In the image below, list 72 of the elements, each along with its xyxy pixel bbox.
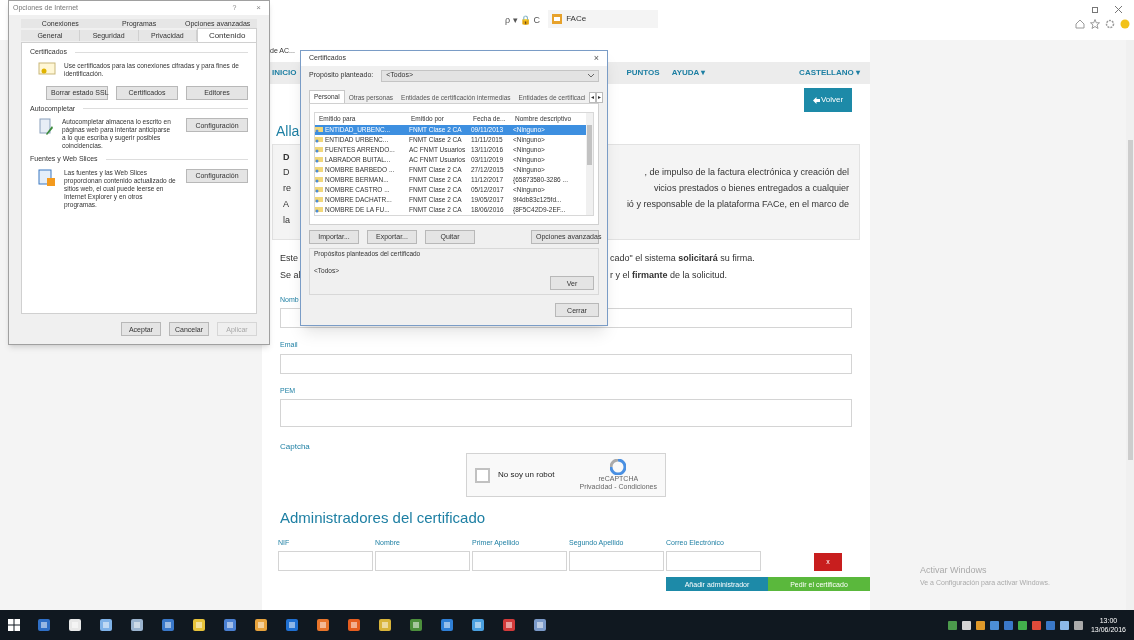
notice-text: la: [283, 214, 290, 228]
tab[interactable]: Contenido: [197, 28, 257, 42]
notice-text: , de impulso de la factura electrónica y creación del: [644, 166, 849, 180]
notice-text: vicios prestados o bienes entregados a cualquier: [653, 182, 849, 196]
app-icon[interactable]: [316, 618, 330, 632]
page-heading: Alla: [276, 124, 300, 138]
app-icon[interactable]: [440, 618, 454, 632]
app-icon[interactable]: [37, 618, 51, 632]
back-button[interactable]: Volver: [804, 88, 852, 112]
certificate-icon: [315, 146, 323, 153]
notice-text: ió y responsable de la plataforma FACe, en el marco de: [626, 198, 849, 212]
app-icon[interactable]: [192, 618, 206, 632]
close-button[interactable]: ×: [256, 2, 261, 14]
app-icon[interactable]: [285, 618, 299, 632]
input-field[interactable]: [472, 551, 567, 571]
certificate-icon: [315, 186, 323, 193]
app-icon[interactable]: [409, 618, 423, 632]
certificate-icon: [315, 156, 323, 163]
certificate-icon: [315, 196, 323, 203]
nav-link[interactable]: INICIO: [272, 67, 297, 79]
input-field[interactable]: [375, 551, 470, 571]
certificate-icon: [315, 166, 323, 173]
document-pen-icon: [38, 118, 54, 136]
captcha-checkbox[interactable]: [475, 467, 490, 483]
close-icon[interactable]: [1115, 6, 1122, 13]
browser-tab[interactable]: FACe: [548, 10, 659, 28]
certificate-icon: [38, 61, 56, 76]
notice-title: D: [283, 151, 290, 164]
address-controls[interactable]: ρ ▾ 🔒 C: [505, 14, 541, 28]
field-label: Captcha: [280, 441, 311, 453]
certificate-icon: [315, 136, 323, 143]
input-field[interactable]: [569, 551, 664, 571]
app-icon[interactable]: [99, 618, 113, 632]
section-heading: Administradores del certificado: [280, 508, 487, 528]
notice-text: A: [283, 198, 289, 212]
notice-text: re: [283, 182, 291, 196]
captcha-label: No soy un robot: [498, 469, 556, 481]
certificate-icon: [315, 176, 323, 183]
app-icon[interactable]: [130, 618, 144, 632]
intro-text: r y el firmante de la solicitud.: [610, 269, 729, 282]
close-button[interactable]: ×: [593, 51, 599, 65]
app-icon[interactable]: [502, 618, 516, 632]
star-icon[interactable]: [1090, 19, 1100, 29]
start-icon[interactable]: [8, 619, 20, 631]
home-icon[interactable]: [1075, 19, 1085, 29]
language-menu[interactable]: CASTELLANO ▾: [799, 67, 860, 79]
app-icon[interactable]: [378, 618, 392, 632]
app-icon[interactable]: [68, 618, 82, 632]
certificate-icon: [315, 126, 323, 133]
app-icon[interactable]: [223, 618, 237, 632]
intro-text: cado" el sistema solicitará su firma.: [610, 251, 756, 265]
site-icon: [552, 14, 563, 24]
certificate-icon: [315, 206, 323, 213]
nav-link[interactable]: PUNTOS: [626, 67, 660, 79]
input-field[interactable]: [666, 551, 761, 571]
input-field[interactable]: [278, 551, 373, 571]
captcha-logo-icon: [610, 459, 627, 475]
input-field[interactable]: [280, 353, 852, 374]
nav-link[interactable]: AYUDA ▾: [671, 67, 706, 79]
chevron-icon: [588, 73, 594, 78]
app-icon[interactable]: [254, 618, 268, 632]
activation-title: Activar Windows: [920, 564, 988, 577]
app-icon[interactable]: [471, 618, 485, 632]
intro-text: Este: [280, 251, 298, 265]
feed-icon: [38, 168, 56, 187]
app-icon[interactable]: [347, 618, 361, 632]
arrow-left-icon: [812, 96, 820, 104]
app-icon[interactable]: [533, 618, 547, 632]
intro-text: Se al: [280, 269, 301, 282]
restore-icon[interactable]: [1092, 6, 1099, 13]
notice-text: D: [283, 166, 290, 180]
app-icon[interactable]: [161, 618, 175, 632]
